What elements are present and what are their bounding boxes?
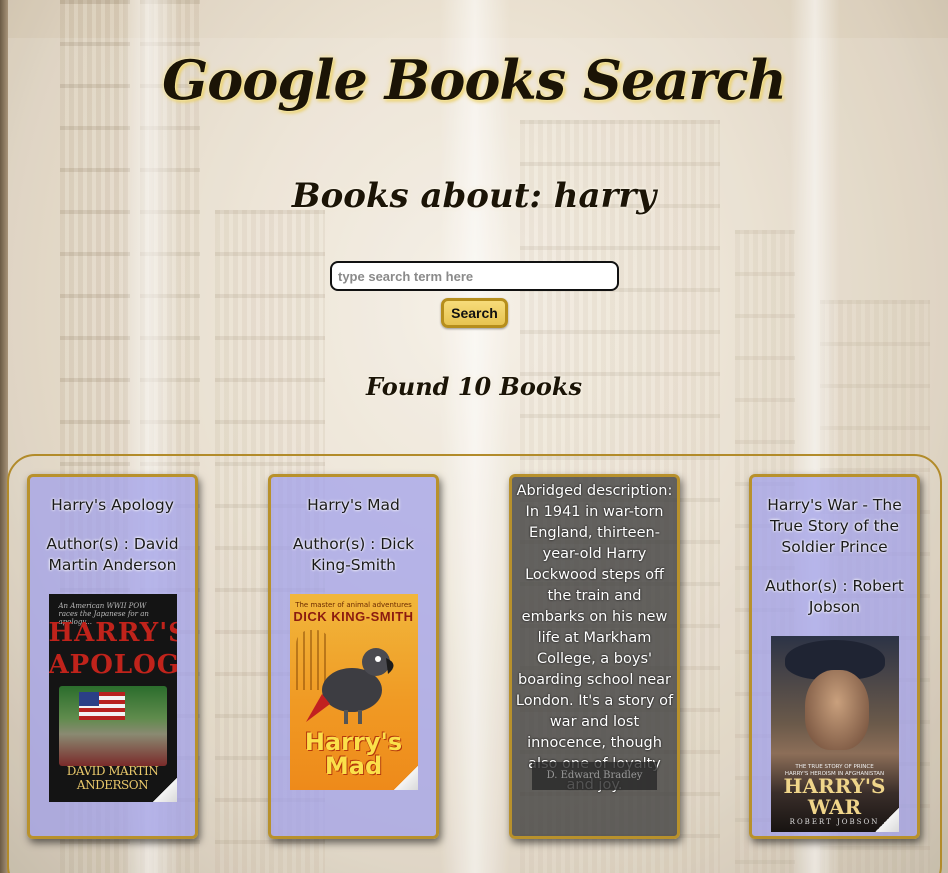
book-card-description[interactable]: Abridged description: In 1941 in war-tor… — [509, 474, 680, 839]
portrait-illustration — [804, 670, 869, 750]
search-subtitle: Books about: harry — [291, 176, 657, 216]
flag-icon — [78, 692, 125, 720]
page-curl-icon — [393, 766, 418, 790]
site-title: Google Books Search — [162, 48, 787, 112]
cover-title: HARRY'S — [48, 618, 177, 648]
book-description: Abridged description: In 1941 in war-tor… — [515, 483, 674, 793]
book-title: Harry's War - The True Story of the Sold… — [767, 496, 902, 556]
search-input[interactable] — [330, 261, 619, 291]
book-author: Author(s) : Dick King-Smith — [292, 535, 415, 574]
cover-tagline: The master of animal adventures — [295, 601, 412, 609]
book-card[interactable]: Harry's Apology Author(s) : David Martin… — [27, 474, 198, 839]
book-card[interactable]: Harry's Mad Author(s) : Dick King-Smith … — [268, 474, 439, 839]
cover-author: DICK KING-SMITH — [293, 609, 414, 624]
book-cover-image[interactable]: An American WWII POW races the Japanese … — [48, 594, 177, 802]
book-title: Harry's Mad — [307, 496, 400, 514]
cover-author-faded: D. Edward Bradley — [532, 762, 657, 790]
cover-scene — [58, 686, 167, 766]
book-cover-image[interactable]: THE TRUE STORY OF PRINCE HARRY'S HEROISM … — [770, 636, 899, 832]
book-author: Author(s) : Robert Jobson — [765, 577, 904, 616]
cover-title: APOLOGY — [48, 650, 177, 680]
book-title: Harry's Apology — [51, 496, 174, 514]
results-count: Found 10 Books — [366, 372, 582, 401]
page-curl-icon — [874, 808, 899, 832]
book-author: Author(s) : David Martin Anderson — [46, 535, 179, 574]
parrot-icon — [305, 648, 394, 724]
page-curl-icon — [152, 778, 177, 802]
book-cover-image[interactable]: The master of animal adventures DICK KIN… — [289, 594, 418, 790]
book-card[interactable]: Harry's War - The True Story of the Sold… — [749, 474, 920, 839]
search-button[interactable]: Search — [441, 298, 508, 328]
